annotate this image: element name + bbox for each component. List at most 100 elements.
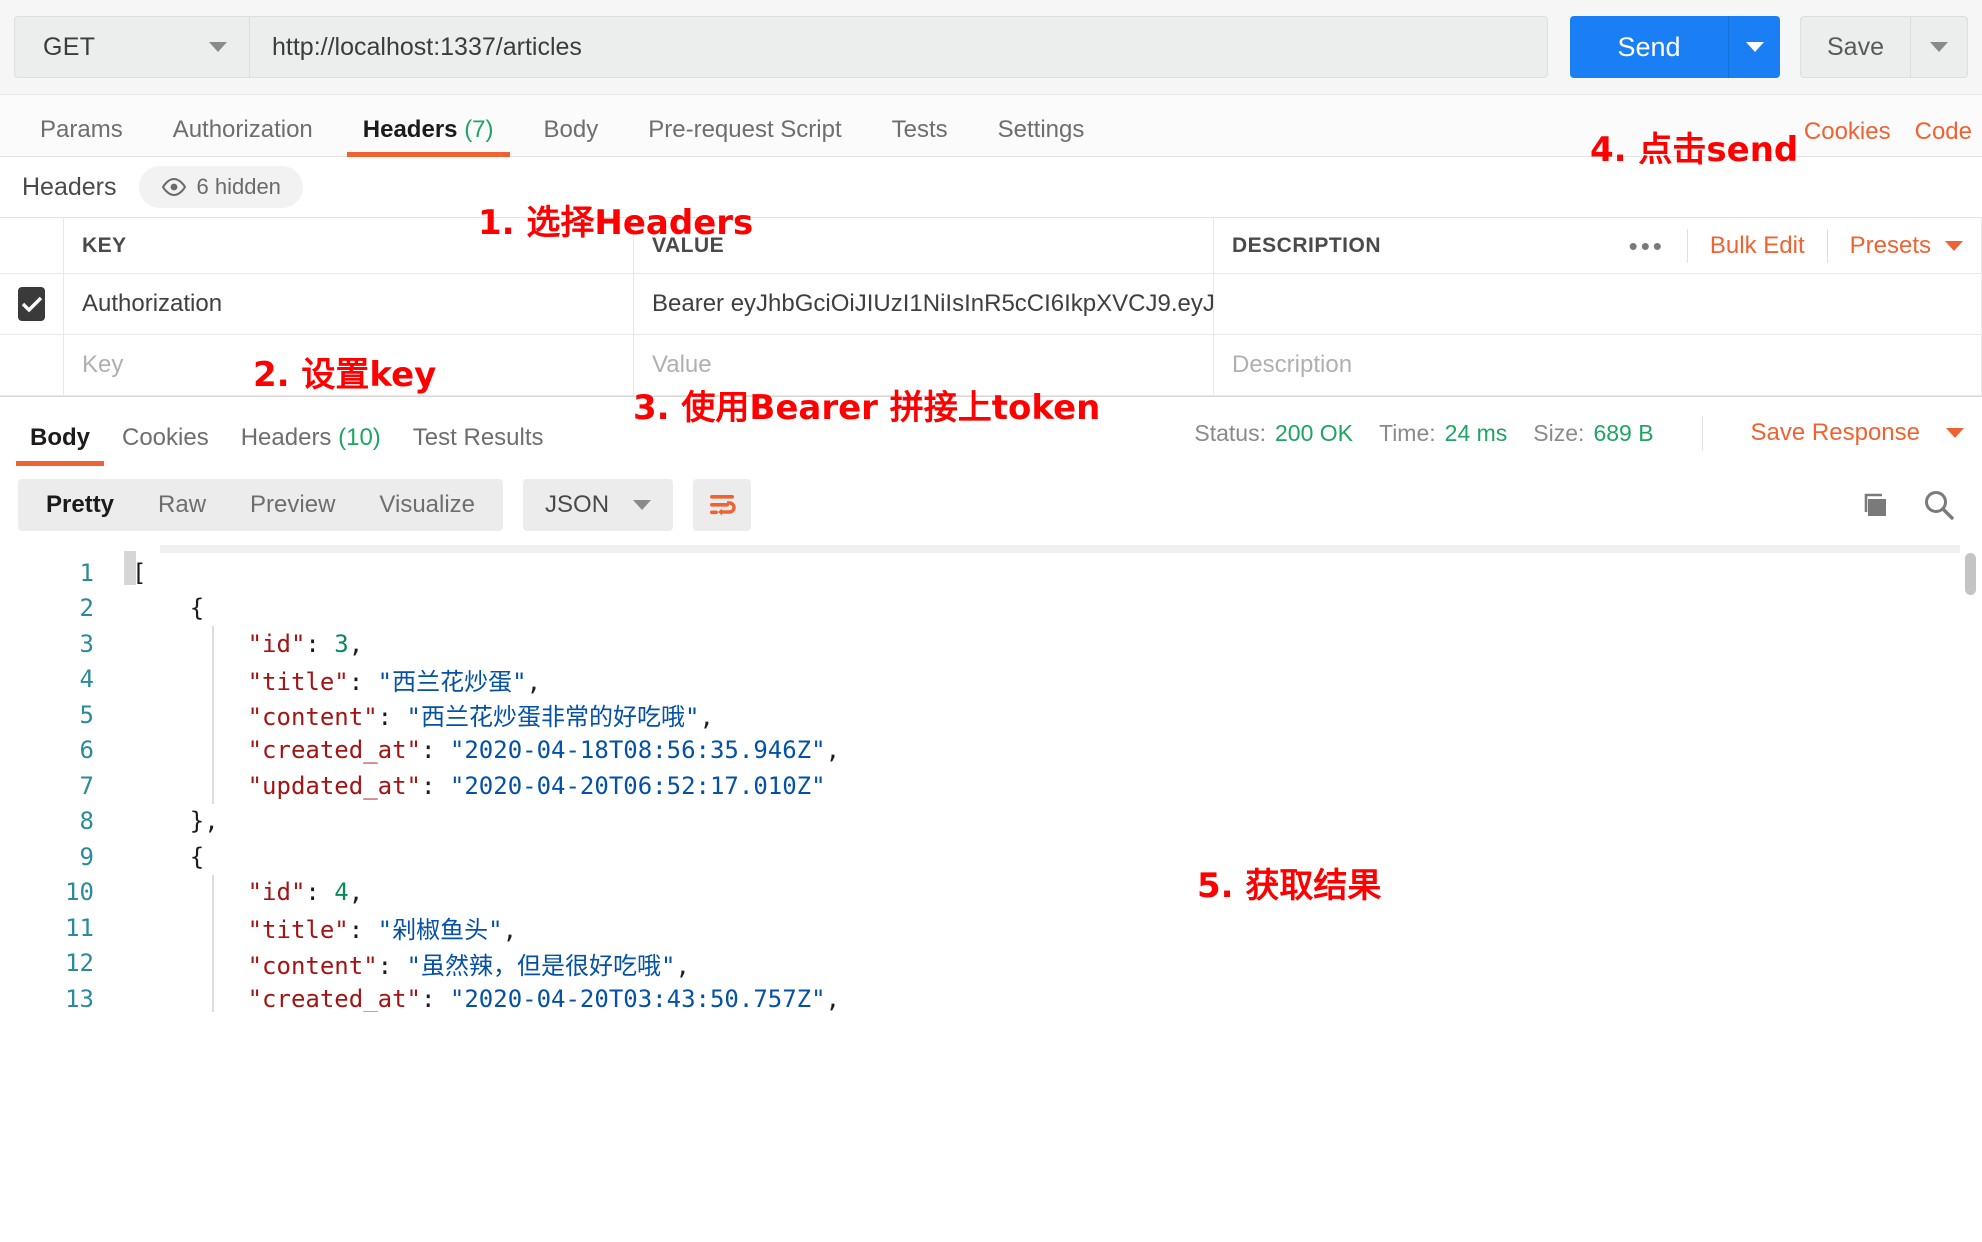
code-line: 10 "id": 4, — [0, 875, 1982, 911]
code-line: 8 }, — [0, 804, 1982, 840]
tab-label: Cookies — [122, 424, 209, 451]
token-key: "title" — [247, 916, 349, 945]
token-pun: { — [132, 594, 205, 623]
row-checkbox-cell — [0, 335, 64, 395]
send-button[interactable]: Send — [1570, 16, 1728, 78]
code-text: "content": "虽然辣，但是很好吃哦", — [122, 946, 690, 981]
indent-guide — [212, 626, 214, 804]
code-text: "title": "剁椒鱼头", — [122, 910, 517, 945]
code-text: "title": "西兰花炒蛋", — [122, 662, 541, 697]
token-str: "西兰花炒蛋" — [377, 667, 527, 696]
format-select[interactable]: JSON — [523, 479, 674, 531]
chevron-down-icon — [633, 500, 652, 510]
token-str: "剁椒鱼头" — [377, 916, 503, 945]
token-key: "title" — [247, 667, 349, 696]
token-key: "content" — [247, 951, 378, 980]
divider — [1826, 228, 1828, 263]
token-pun: : — [305, 878, 335, 907]
token-pun: , — [526, 667, 542, 696]
save-button[interactable]: Save — [1800, 16, 1910, 78]
row-checkbox[interactable] — [18, 287, 45, 321]
status-indicator: Status: 200 OK — [1194, 420, 1353, 447]
line-number: 7 — [79, 771, 94, 800]
line-number: 5 — [79, 700, 94, 729]
code-line: 3 "id": 3, — [0, 626, 1982, 662]
table-header-row: KEY VALUE DESCRIPTION ••• Bulk Edit Pres… — [0, 218, 1982, 274]
column-header-description: DESCRIPTION ••• Bulk Edit Presets — [1214, 218, 1982, 273]
url-input[interactable]: http://localhost:1337/articles — [249, 16, 1548, 78]
vertical-scrollbar[interactable] — [1965, 553, 1976, 595]
table-row: Authorization Bearer eyJhbGciOiJIUzI1NiI… — [0, 274, 1982, 335]
send-options-button[interactable] — [1728, 16, 1780, 78]
token-key: "id" — [247, 629, 306, 658]
line-number: 11 — [65, 913, 94, 942]
tab-settings[interactable]: Settings — [980, 116, 1103, 156]
token-num: 4 — [334, 878, 349, 907]
tab-label: Body — [543, 116, 599, 143]
token-pun — [132, 703, 248, 731]
check-icon — [21, 296, 42, 313]
response-tab-body[interactable]: Body — [14, 424, 106, 466]
search-icon[interactable] — [1922, 488, 1956, 522]
presets-button[interactable]: Presets — [1850, 232, 1931, 260]
token-pun — [132, 985, 248, 1012]
token-pun: : — [377, 951, 407, 980]
code-text: { — [122, 594, 204, 622]
hidden-headers-toggle[interactable]: 6 hidden — [138, 166, 303, 208]
tab-params[interactable]: Params — [22, 116, 141, 156]
token-pun: : — [420, 771, 450, 800]
token-key: "created_at" — [247, 984, 421, 1012]
more-options-icon[interactable]: ••• — [1629, 233, 1665, 259]
tab-headers[interactable]: Headers (7) — [345, 116, 512, 157]
horizontal-scrollbar[interactable] — [160, 545, 1960, 553]
copy-icon[interactable] — [1860, 489, 1892, 521]
line-number: 9 — [79, 842, 94, 871]
token-pun: { — [132, 842, 205, 871]
tab-label: Pre-request Script — [648, 116, 842, 143]
tab-tests[interactable]: Tests — [874, 116, 966, 156]
response-tab-headers[interactable]: Headers (10) — [225, 424, 397, 466]
word-wrap-button[interactable] — [693, 479, 752, 531]
chevron-down-icon — [1745, 42, 1764, 52]
tab-label: Settings — [997, 116, 1085, 143]
token-pun: : — [377, 703, 407, 732]
code-link[interactable]: Code — [1915, 118, 1972, 146]
table-row-empty: Key Value Description — [0, 335, 1982, 396]
token-pun: , — [675, 951, 690, 980]
bulk-edit-button[interactable]: Bulk Edit — [1710, 232, 1805, 260]
tab-authorization[interactable]: Authorization — [155, 116, 331, 156]
token-key: "updated_at" — [247, 771, 421, 800]
tab-label: Tests — [891, 116, 948, 143]
save-response-button[interactable]: Save Response — [1751, 419, 1920, 447]
cookies-link[interactable]: Cookies — [1804, 118, 1891, 146]
tab-body[interactable]: Body — [526, 116, 617, 156]
tab-label: Test Results — [412, 424, 544, 451]
tab-pre-request-script[interactable]: Pre-request Script — [630, 116, 859, 156]
chevron-down-icon — [1930, 42, 1948, 52]
request-tab-bar: Params Authorization Headers (7) Body Pr… — [0, 95, 1982, 157]
response-body-viewer[interactable]: 1[2 {3 "id": 3, 4 "title": "西兰花炒蛋", 5 "con… — [0, 544, 1982, 1012]
save-options-button[interactable] — [1910, 16, 1968, 78]
new-description-input[interactable]: Description — [1214, 335, 1982, 395]
line-number: 3 — [79, 629, 94, 658]
view-mode-pretty[interactable]: Pretty — [24, 491, 136, 519]
token-pun — [132, 736, 248, 764]
response-tab-cookies[interactable]: Cookies — [106, 424, 225, 466]
new-key-input[interactable]: Key — [64, 335, 634, 395]
view-mode-preview[interactable]: Preview — [228, 491, 357, 519]
header-description-input[interactable] — [1214, 274, 1982, 334]
new-value-input[interactable]: Value — [634, 335, 1214, 395]
time-indicator: Time: 24 ms — [1379, 420, 1507, 447]
view-mode-visualize[interactable]: Visualize — [357, 491, 497, 519]
token-pun: : — [305, 629, 335, 658]
header-key-input[interactable]: Authorization — [64, 274, 634, 334]
view-mode-raw[interactable]: Raw — [136, 491, 228, 519]
header-value-input[interactable]: Bearer eyJhbGciOiJIUzI1NiIsInR5cCI6IkpXV… — [634, 274, 1214, 334]
token-pun — [132, 630, 248, 658]
line-number: 6 — [79, 736, 94, 765]
response-tab-test-results[interactable]: Test Results — [397, 424, 560, 466]
response-meta: Status: 200 OK Time: 24 ms Size: 689 B S… — [1194, 416, 1964, 450]
line-number: 10 — [65, 878, 94, 907]
token-pun: : — [348, 667, 378, 696]
http-method-select[interactable]: GET — [14, 16, 249, 78]
